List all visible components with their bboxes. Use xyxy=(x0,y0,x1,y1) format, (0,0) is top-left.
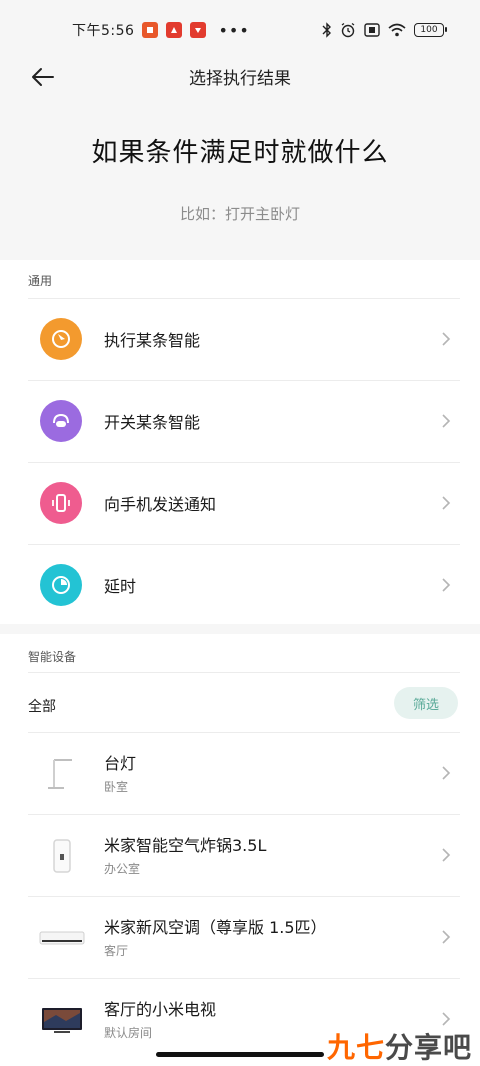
section-label-devices: 智能设备 xyxy=(28,650,77,664)
divider xyxy=(28,978,460,979)
section-label-general: 通用 xyxy=(28,274,53,288)
device-name: 米家新风空调（尊享版 1.5匹） xyxy=(104,918,327,937)
device-room: 客厅 xyxy=(104,944,129,958)
headline: 如果条件满足时就做什么 xyxy=(91,138,389,168)
device-room: 办公室 xyxy=(104,862,141,876)
action-label: 开关某条智能 xyxy=(104,413,201,432)
desk-lamp-icon xyxy=(36,750,88,798)
action-phone-notify[interactable]: 向手机发送通知 xyxy=(0,462,480,544)
watermark-part-b: 分享吧 xyxy=(384,1031,472,1064)
timer-icon xyxy=(40,564,82,606)
divider xyxy=(28,896,460,897)
chevron-right-icon xyxy=(442,1012,451,1026)
app-notification-icon xyxy=(166,22,183,38)
chevron-right-icon xyxy=(442,578,451,592)
bluetooth-icon xyxy=(322,22,331,38)
status-right: 100 xyxy=(322,22,447,38)
status-bar: 下午5:56 ••• 100 xyxy=(0,0,480,60)
app-notification-icon xyxy=(142,22,159,38)
divider xyxy=(28,380,460,381)
toggle-scene-icon xyxy=(40,400,82,442)
chevron-right-icon xyxy=(442,332,451,346)
watermark-part-a: 九七 xyxy=(326,1031,385,1064)
status-time: 下午5:56 xyxy=(72,23,135,39)
air-fryer-icon xyxy=(36,832,88,880)
app-notification-icon xyxy=(190,22,207,38)
chevron-right-icon xyxy=(442,414,451,428)
divider xyxy=(28,544,460,545)
divider xyxy=(28,672,460,673)
chevron-right-icon xyxy=(442,496,451,510)
devices-section: 智能设备 全部 筛选 台灯 卧室 米家智能空气炸锅3.5L 办公室 米家新风空调… xyxy=(0,634,480,1066)
general-section: 通用 执行某条智能 开关某条智能 向手机发送通知 延时 xyxy=(0,260,480,624)
action-delay[interactable]: 延时 xyxy=(0,544,480,626)
action-label: 延时 xyxy=(104,577,137,596)
play-scene-icon xyxy=(40,318,82,360)
divider xyxy=(28,298,460,299)
divider xyxy=(28,732,460,733)
action-toggle-scene[interactable]: 开关某条智能 xyxy=(0,380,480,462)
home-indicator[interactable] xyxy=(156,1052,324,1057)
filter-row: 全部 筛选 xyxy=(0,682,480,732)
filter-all-label[interactable]: 全部 xyxy=(28,696,56,716)
device-room: 默认房间 xyxy=(104,1026,153,1040)
watermark-logo: 九七分享吧 xyxy=(327,1026,472,1066)
screen-cast-icon xyxy=(364,23,380,37)
alarm-icon xyxy=(341,22,355,38)
device-room: 卧室 xyxy=(104,780,129,794)
battery-icon: 100 xyxy=(414,23,447,37)
more-notifications-icon: ••• xyxy=(218,20,250,40)
device-name: 台灯 xyxy=(104,754,137,773)
action-label: 执行某条智能 xyxy=(104,331,201,350)
chevron-right-icon xyxy=(442,848,451,862)
device-name: 客厅的小米电视 xyxy=(104,1000,217,1019)
tv-icon xyxy=(36,996,88,1044)
divider xyxy=(28,462,460,463)
hint-text: 比如：打开主卧灯 xyxy=(179,205,300,223)
divider xyxy=(28,814,460,815)
device-row[interactable]: 米家智能空气炸锅3.5L 办公室 xyxy=(0,814,480,896)
air-conditioner-icon xyxy=(36,914,88,962)
chevron-right-icon xyxy=(442,930,451,944)
device-name: 米家智能空气炸锅3.5L xyxy=(104,836,267,855)
page-title: 选择执行结果 xyxy=(189,69,291,89)
filter-button[interactable]: 筛选 xyxy=(394,687,458,719)
device-row[interactable]: 米家新风空调（尊享版 1.5匹） 客厅 xyxy=(0,896,480,978)
chevron-right-icon xyxy=(442,766,451,780)
wifi-icon xyxy=(388,23,406,37)
status-left: 下午5:56 ••• xyxy=(72,20,250,40)
phone-notify-icon xyxy=(40,482,82,524)
action-run-scene[interactable]: 执行某条智能 xyxy=(0,298,480,380)
device-row[interactable]: 台灯 卧室 xyxy=(0,732,480,814)
action-label: 向手机发送通知 xyxy=(104,495,217,514)
